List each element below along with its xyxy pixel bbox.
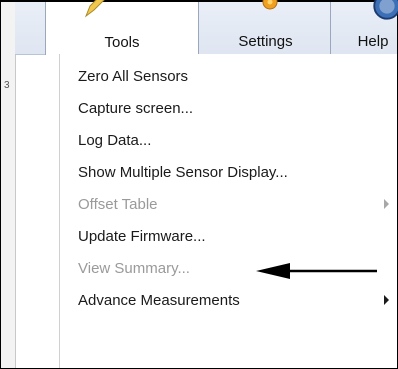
menu-item-show-multiple-sensor-display[interactable]: Show Multiple Sensor Display...	[60, 156, 397, 188]
annotation-arrow-icon	[256, 263, 377, 279]
tools-dropdown-menu: Zero All Sensors Capture screen... Log D…	[59, 54, 397, 368]
pencil-icon	[84, 0, 105, 18]
menu-item-label: Update Firmware...	[78, 227, 206, 245]
left-gutter: 3	[1, 2, 16, 368]
menu-item-label: Zero All Sensors	[78, 67, 189, 85]
tab-help[interactable]: Help	[333, 0, 398, 54]
menu-item-update-firmware[interactable]: Update Firmware...	[60, 220, 397, 252]
tab-label: Tools	[104, 34, 140, 51]
ribbon-tab-bar: Tools Settings Help	[15, 0, 398, 55]
menu-item-label: Offset Table	[78, 195, 158, 213]
gutter-mark: 3	[4, 80, 10, 91]
submenu-arrow-icon	[384, 199, 389, 209]
gear-icon	[262, 0, 278, 10]
menu-item-zero-all-sensors[interactable]: Zero All Sensors	[60, 60, 397, 92]
menu-item-capture-screen[interactable]: Capture screen...	[60, 92, 397, 124]
menu-item-log-data[interactable]: Log Data...	[60, 124, 397, 156]
tab-label: Settings	[238, 33, 293, 50]
tab-tools[interactable]: Tools	[45, 0, 199, 55]
menu-item-label: Capture screen...	[78, 99, 194, 117]
tab-label: Help	[357, 33, 389, 50]
menu-item-label: Log Data...	[78, 131, 152, 149]
menu-item-label: Show Multiple Sensor Display...	[78, 163, 288, 181]
menu-item-label: View Summary...	[78, 259, 190, 277]
help-icon	[373, 0, 398, 20]
menu-item-offset-table: Offset Table	[60, 188, 397, 220]
menu-item-label: Advance Measurements	[78, 291, 240, 309]
tab-settings[interactable]: Settings	[201, 0, 331, 54]
menu-item-advance-measurements[interactable]: Advance Measurements	[60, 284, 397, 316]
submenu-arrow-icon	[384, 295, 389, 305]
